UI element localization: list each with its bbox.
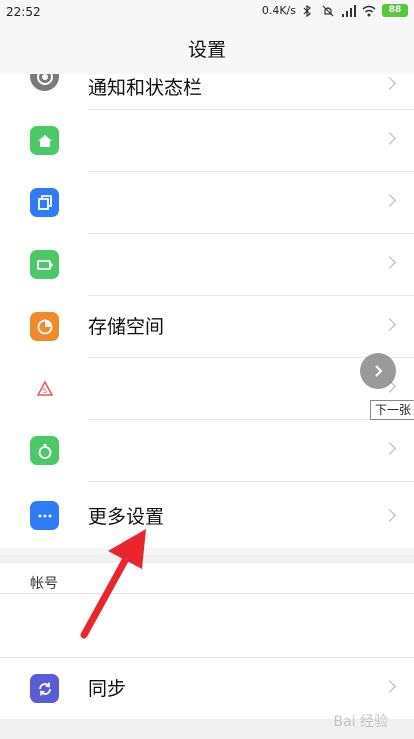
section-title: 帐号	[30, 576, 58, 592]
chevron-right-icon	[383, 132, 396, 145]
watermark: Bai 经验	[333, 714, 388, 730]
timer-icon	[30, 436, 59, 465]
svg-text:S: S	[42, 387, 47, 395]
mute-icon	[322, 5, 336, 17]
sync-icon	[30, 674, 59, 703]
signal-icon	[342, 4, 356, 17]
network-speed: 0.4K/s	[261, 4, 296, 17]
storage-pie-icon	[30, 312, 59, 341]
chevron-right-icon	[383, 194, 396, 207]
next-image-button[interactable]	[360, 353, 396, 389]
annotation-arrow	[80, 529, 146, 639]
next-image-tooltip: 下一张	[370, 400, 414, 420]
chevron-right-icon	[383, 256, 396, 269]
notification-icon	[30, 74, 59, 91]
status-time: 22:52	[6, 5, 41, 19]
settings-item-security[interactable]: S	[0, 358, 414, 420]
battery-level: 88	[382, 4, 408, 17]
settings-item-label: 同步	[88, 678, 127, 700]
copy-icon	[30, 188, 59, 217]
settings-item-battery[interactable]	[0, 234, 414, 296]
settings-item-label: 存储空间	[88, 316, 165, 338]
settings-item-label: 通知和状态栏	[88, 77, 203, 99]
chevron-right-icon	[383, 680, 396, 693]
chevron-right-icon	[383, 442, 396, 455]
home-icon	[30, 126, 59, 155]
settings-item-copy[interactable]	[0, 172, 414, 234]
wifi-icon	[362, 5, 376, 17]
security-icon: S	[30, 374, 59, 403]
bluetooth-icon	[302, 4, 316, 17]
more-icon	[30, 501, 59, 530]
chevron-right-icon	[383, 318, 396, 331]
page-title: 设置	[0, 26, 414, 74]
status-bar: 22:52 0.4K/s 88	[0, 0, 414, 26]
settings-item-home[interactable]	[0, 110, 414, 172]
settings-item-notifications[interactable]: 通知和状态栏	[0, 74, 414, 110]
chevron-right-icon	[375, 365, 383, 377]
chevron-right-icon	[383, 77, 396, 90]
account-row-blank[interactable]	[0, 593, 414, 658]
chevron-right-icon	[383, 509, 396, 522]
status-icons: 0.4K/s 88	[262, 4, 408, 17]
settings-item-more[interactable]: 更多设置	[0, 482, 414, 548]
settings-item-storage[interactable]: 存储空间	[0, 296, 414, 358]
battery-icon	[30, 250, 59, 279]
settings-item-timer[interactable]	[0, 420, 414, 482]
